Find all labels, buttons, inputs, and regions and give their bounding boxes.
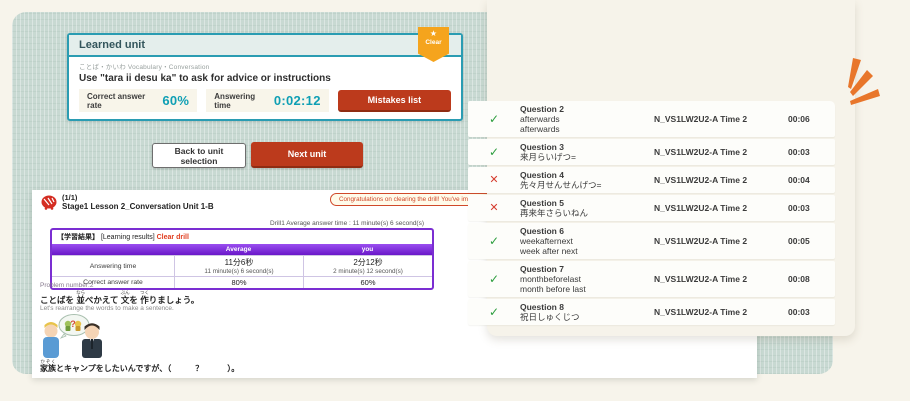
you-correct-rate: 60%: [303, 276, 432, 288]
emphasis-marks-icon: [820, 48, 884, 110]
question-answer-line: 来月らいげつ=: [520, 152, 638, 162]
col-you: you: [303, 244, 432, 255]
question-answer-line: monthbeforelast: [520, 274, 638, 284]
question-answer-line: afterwards: [520, 124, 638, 134]
row-answering-time-label: Answering time: [52, 255, 174, 276]
question-answer-line: afterwards: [520, 114, 638, 124]
question-main: Question 6weekafternextweek after next: [520, 226, 638, 256]
question-title: Question 5: [520, 198, 638, 208]
answer-time-value: 0:02:12: [274, 93, 321, 108]
question-answer-line: 祝日しゅくじつ: [520, 312, 638, 322]
avg-correct-rate: 80%: [174, 276, 303, 288]
question-row[interactable]: ✕Question 5再来年さらいねんN_VS1LW2U2-A Time 200…: [468, 195, 835, 221]
answer-time-label: Answering time: [214, 92, 268, 110]
next-unit-button[interactable]: Next unit: [251, 142, 363, 168]
question-unit-code: N_VS1LW2U2-A Time 2: [638, 274, 788, 284]
answer-time-box: Answering time 0:02:12: [206, 89, 328, 112]
question-title: Question 4: [520, 170, 638, 180]
question-title: Question 3: [520, 142, 638, 152]
wrong-cross-icon: ✕: [468, 174, 520, 186]
back-to-unit-selection-button[interactable]: Back to unit selection: [152, 143, 246, 168]
col-average: Average: [174, 244, 303, 255]
question-main: Question 7monthbeforelastmonth before la…: [520, 264, 638, 294]
caption-jp: 【学習結果】: [57, 234, 99, 241]
question-answer-line: week after next: [520, 246, 638, 256]
question-answer-line: weekafternext: [520, 236, 638, 246]
question-sentence: 家族かぞくとキャンプをしたいんですが、（ ？ ）。: [40, 359, 239, 374]
drill-average-time: Drill1 Average answer time : 11 minute(s…: [270, 220, 424, 227]
unit-category-label: ことば・かいわ Vocabulary・Conversation: [79, 61, 451, 71]
question-title: Question 7: [520, 264, 638, 274]
unit-title: Use "tara ii desu ka" to ask for advice …: [79, 73, 451, 84]
caption-en: [Learning results]: [101, 234, 155, 241]
question-row[interactable]: ✓Question 6weekafternextweek after nextN…: [468, 223, 835, 259]
wrong-cross-icon: ✕: [468, 202, 520, 214]
correct-rate-value: 60%: [162, 93, 189, 108]
question-answer-line: 再来年さらいねん: [520, 208, 638, 218]
question-row[interactable]: ✓Question 3来月らいげつ=N_VS1LW2U2-A Time 200:…: [468, 139, 835, 165]
learning-results-table: 【学習結果】 [Learning results] Clear drill Av…: [50, 228, 434, 290]
question-unit-code: N_VS1LW2U2-A Time 2: [638, 114, 788, 124]
star-icon: ★: [430, 29, 437, 39]
question-answer-line: month before last: [520, 284, 638, 294]
avg-answering-time: 11分6秒 11 minute(s) 6 second(s): [174, 255, 303, 276]
question-row[interactable]: ✓Question 7monthbeforelastmonth before l…: [468, 261, 835, 297]
correct-rate-label: Correct answer rate: [87, 92, 156, 110]
page-indicator: (1/1): [62, 193, 77, 202]
clear-badge-label: Clear: [425, 39, 441, 46]
correct-check-icon: ✓: [468, 235, 520, 247]
results-table-caption: 【学習結果】 [Learning results] Clear drill: [52, 230, 432, 244]
question-main: Question 5再来年さらいねん: [520, 198, 638, 218]
question-list: ✓Question 2afterwardsafterwardsN_VS1LW2U…: [468, 101, 835, 327]
question-time: 00:05: [788, 236, 838, 246]
instruction-english: Let's rearrange the words to make a sent…: [40, 305, 174, 312]
problem-number: Problem number:2: [40, 282, 93, 289]
question-time: 00:06: [788, 114, 838, 124]
question-unit-code: N_VS1LW2U2-A Time 2: [638, 147, 788, 157]
instruction-japanese: ことばを 並ならべかえて 文ぶんを 作つくりましょう。: [40, 290, 199, 306]
question-row[interactable]: ✓Question 8祝日しゅくじつN_VS1LW2U2-A Time 200:…: [468, 299, 835, 325]
question-row[interactable]: ✕Question 4先々月せんせんげつ=N_VS1LW2U2-A Time 2…: [468, 167, 835, 193]
question-unit-code: N_VS1LW2U2-A Time 2: [638, 203, 788, 213]
mascot-icon: [40, 194, 58, 212]
question-time: 00:03: [788, 147, 838, 157]
correct-check-icon: ✓: [468, 273, 520, 285]
question-unit-code: N_VS1LW2U2-A Time 2: [638, 236, 788, 246]
question-time: 00:03: [788, 203, 838, 213]
correct-rate-box: Correct answer rate 60%: [79, 89, 197, 112]
correct-check-icon: ✓: [468, 113, 520, 125]
caption-status: Clear drill: [157, 234, 189, 241]
question-main: Question 4先々月せんせんげつ=: [520, 170, 638, 190]
mistakes-list-button[interactable]: Mistakes list: [338, 90, 451, 112]
you-answering-time: 2分12秒 2 minute(s) 12 second(s): [303, 255, 432, 276]
correct-check-icon: ✓: [468, 306, 520, 318]
characters-illustration: ?: [40, 314, 118, 358]
question-title: Question 8: [520, 302, 638, 312]
breadcrumb: Stage1 Lesson 2_Conversation Unit 1-B: [62, 202, 214, 211]
question-title: Question 6: [520, 226, 638, 236]
question-row[interactable]: ✓Question 2afterwardsafterwardsN_VS1LW2U…: [468, 101, 835, 137]
question-title: Question 2: [520, 104, 638, 114]
question-unit-code: N_VS1LW2U2-A Time 2: [638, 307, 788, 317]
question-time: 00:03: [788, 307, 838, 317]
question-main: Question 2afterwardsafterwards: [520, 104, 638, 134]
question-main: Question 8祝日しゅくじつ: [520, 302, 638, 322]
question-unit-code: N_VS1LW2U2-A Time 2: [638, 175, 788, 185]
app-canvas: Learned unit ことば・かいわ Vocabulary・Conversa…: [0, 0, 910, 401]
question-main: Question 3来月らいげつ=: [520, 142, 638, 162]
correct-check-icon: ✓: [468, 146, 520, 158]
svg-text:?: ?: [70, 319, 76, 329]
results-table-header: Average you: [52, 244, 432, 255]
learned-unit-panel: Learned unit ことば・かいわ Vocabulary・Conversa…: [67, 33, 463, 121]
question-answer-line: 先々月せんせんげつ=: [520, 180, 638, 190]
question-time: 00:04: [788, 175, 838, 185]
question-time: 00:08: [788, 274, 838, 284]
learned-unit-header: Learned unit: [69, 35, 461, 57]
